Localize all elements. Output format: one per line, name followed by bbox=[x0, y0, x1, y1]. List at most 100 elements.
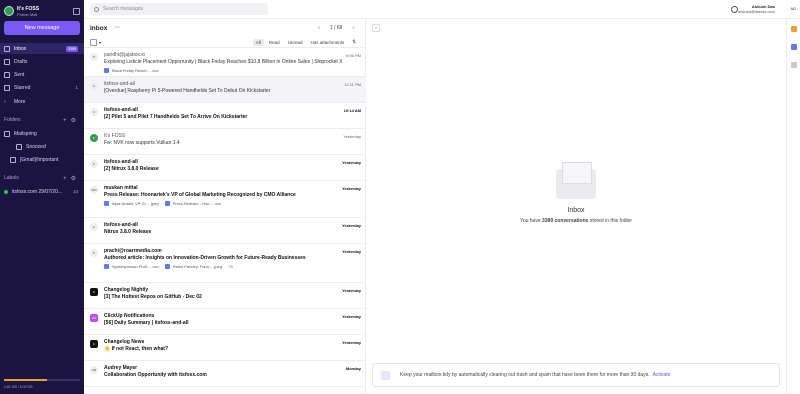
file-icon bbox=[164, 201, 170, 206]
subject: [56] Daily Summary | itsfoss-and-all bbox=[104, 320, 189, 326]
prev-page-icon[interactable]: ‹ bbox=[318, 25, 320, 31]
attachment-chip[interactable]: Spokesperson Profi... .ocx bbox=[104, 264, 159, 269]
next-page-icon[interactable]: › bbox=[352, 25, 354, 31]
filter-attachments[interactable]: Has attachments bbox=[307, 39, 347, 46]
list-header: Inbox ··· ‹ 1 / 68 › bbox=[84, 19, 365, 37]
attachment-chip[interactable]: Press Release - Hoo... .ocx bbox=[164, 201, 222, 206]
sidebar-item-inbox[interactable]: Inbox 3389 bbox=[0, 43, 84, 54]
folder-label: [Gmail]/Important bbox=[20, 156, 59, 163]
sidebar-item-starred[interactable]: Starred 1 bbox=[0, 82, 84, 93]
message-list: Inbox ··· ‹ 1 / 68 › ▾ All Read Unread H… bbox=[84, 19, 366, 394]
select-menu-chevron-icon[interactable]: ▾ bbox=[99, 40, 101, 45]
message-row[interactable]: P paridhi@jajabox.io Exploring Listicle … bbox=[84, 48, 366, 77]
labels-title: Labels bbox=[4, 175, 19, 181]
search-input[interactable]: Search messages bbox=[90, 3, 268, 15]
file-icon bbox=[104, 68, 109, 73]
folder-item-mailspring[interactable]: Mailspring bbox=[0, 128, 84, 139]
attachment-chip[interactable]: Rahul Pandey, Foun... .jpeg bbox=[164, 264, 222, 269]
filter-read[interactable]: Read bbox=[266, 39, 283, 46]
apps-grid-icon[interactable] bbox=[73, 7, 80, 15]
sent-icon bbox=[4, 71, 10, 78]
add-folder-icon[interactable]: +⚙ bbox=[63, 117, 80, 124]
message-row[interactable]: C itsfoss-and-all [Overdue] Raspberry Pi… bbox=[84, 77, 366, 103]
trash-icon bbox=[381, 370, 390, 380]
attachment-name: Aijaz Ansari, VP Gl... .jpeg bbox=[112, 201, 159, 206]
user-initials[interactable]: AD bbox=[790, 6, 796, 11]
message-row[interactable]: F It's FOSS Fw: NVK now supports Vulkan … bbox=[84, 129, 366, 155]
top-bar: Search messages Ankush Das ankush@itsfos… bbox=[84, 0, 800, 19]
message-row[interactable]: C itsfoss-and-all [2] Pilet 5 and Pilet … bbox=[84, 103, 366, 129]
message-row[interactable]: C Changelog News 👋 If not React, then wh… bbox=[84, 335, 366, 361]
message-row[interactable]: AM Audrey Mayer Collaboration Opportunit… bbox=[84, 361, 366, 387]
message-row[interactable]: C Changelog Nightly [3] The Hottest Repo… bbox=[84, 283, 366, 309]
subject: Collaboration Opportunity with itsfoss.c… bbox=[104, 372, 207, 378]
sender-avatar: C bbox=[90, 108, 98, 116]
more-attachments[interactable]: +3 bbox=[228, 264, 233, 269]
message-row[interactable]: CU ClickUp Notifications [56] Daily Summ… bbox=[84, 309, 366, 335]
sender: prachi@roarrmedia.com bbox=[104, 248, 162, 254]
image-icon bbox=[104, 201, 109, 206]
user-menu[interactable]: Ankush Das ankush@itsfoss.com bbox=[738, 4, 775, 14]
conversation-count: 3389 conversations bbox=[542, 218, 589, 224]
folder-item-snoozed[interactable]: Snoozed bbox=[0, 141, 84, 152]
star-icon bbox=[4, 84, 10, 91]
time: Yesterday bbox=[342, 249, 361, 254]
account-switcher[interactable]: It's FOSS Proton Mail bbox=[4, 4, 80, 18]
folder-label: Mailspring bbox=[14, 130, 37, 137]
draft-icon bbox=[4, 58, 10, 65]
banner-text: Keep your mailbox tidy by automatically … bbox=[400, 372, 650, 378]
attachment-chip[interactable]: Black Friday Reach... .ocx bbox=[104, 68, 158, 73]
folder-item-important[interactable]: [Gmail]/Important bbox=[0, 154, 84, 165]
filter-all[interactable]: All bbox=[252, 38, 264, 46]
sender-avatar: C bbox=[90, 82, 98, 90]
attachment-chip[interactable]: Aijaz Ansari, VP Gl... .jpeg bbox=[104, 201, 159, 206]
attachment-name: Press Release - Hoo... .ocx bbox=[172, 201, 222, 206]
collapse-pane-icon[interactable]: › bbox=[372, 24, 380, 32]
activate-link[interactable]: Activate bbox=[653, 372, 671, 378]
time: 10:14 AM bbox=[343, 108, 361, 113]
inbox-icon bbox=[4, 45, 10, 52]
folders-header[interactable]: Folders +⚙ bbox=[4, 115, 80, 125]
search-icon bbox=[94, 6, 99, 12]
account-name: It's FOSS bbox=[17, 5, 40, 12]
sender: itsfoss-and-all bbox=[104, 159, 138, 165]
sender-avatar: C bbox=[90, 160, 98, 168]
more-options-icon[interactable]: ··· bbox=[114, 25, 120, 31]
message-row[interactable]: C itsfoss-and-all [2] Nitrux 3.8.0 Relea… bbox=[84, 155, 366, 181]
add-label-icon[interactable]: +⚙ bbox=[63, 175, 80, 182]
attachment-name: Black Friday Reach... .ocx bbox=[112, 68, 159, 73]
new-message-button[interactable]: New message bbox=[4, 21, 80, 35]
time: 6:06 PM bbox=[346, 53, 361, 58]
sender: ClickUp Notifications bbox=[104, 313, 155, 319]
label-label: itsfoss.com 29/07/20... bbox=[12, 188, 63, 195]
pagination: ‹ 1 / 68 › bbox=[313, 25, 359, 31]
time: Yesterday bbox=[342, 223, 361, 228]
time: 12:11 PM bbox=[344, 82, 361, 87]
sort-icon[interactable]: ⇅ bbox=[349, 38, 359, 46]
sender-avatar: F bbox=[90, 134, 98, 142]
message-row[interactable]: P prachi@roarrmedia.com Authored article… bbox=[84, 244, 366, 283]
subject: 👋 If not React, then what? bbox=[104, 346, 169, 352]
sender: paridhi@jajabox.io bbox=[104, 52, 146, 58]
empty-pre: You have bbox=[519, 218, 541, 224]
sidebar-item-label: Sent bbox=[14, 71, 25, 78]
sidebar-item-sent[interactable]: Sent bbox=[0, 69, 84, 80]
message-row[interactable]: MM muskan mittal Press Release: Hoonarte… bbox=[84, 181, 366, 218]
chevron-down-icon: › bbox=[4, 98, 6, 105]
label-item[interactable]: itsfoss.com 29/07/20... 14 bbox=[0, 186, 84, 197]
labels-header[interactable]: Labels +⚙ bbox=[4, 173, 80, 183]
folders-title: Folders bbox=[4, 117, 21, 123]
sidebar-item-more[interactable]: › More bbox=[0, 96, 84, 107]
settings-gear-icon[interactable] bbox=[731, 6, 738, 13]
select-all-checkbox[interactable] bbox=[90, 38, 97, 46]
sender: Changelog Nightly bbox=[104, 287, 149, 293]
notes-app-icon[interactable] bbox=[790, 62, 797, 68]
storage-meter: 2.81 GB / 5.00 GB bbox=[0, 377, 84, 394]
sidebar-item-drafts[interactable]: Drafts bbox=[0, 56, 84, 67]
filter-unread[interactable]: Unread bbox=[285, 39, 306, 46]
search-placeholder: Search messages bbox=[103, 6, 144, 12]
contacts-app-icon[interactable] bbox=[790, 44, 797, 50]
time: Monday bbox=[345, 366, 361, 371]
calendar-app-icon[interactable] bbox=[790, 26, 797, 32]
message-row[interactable]: C itsfoss-and-all Nitrux 3.8.0 Release Y… bbox=[84, 218, 366, 244]
